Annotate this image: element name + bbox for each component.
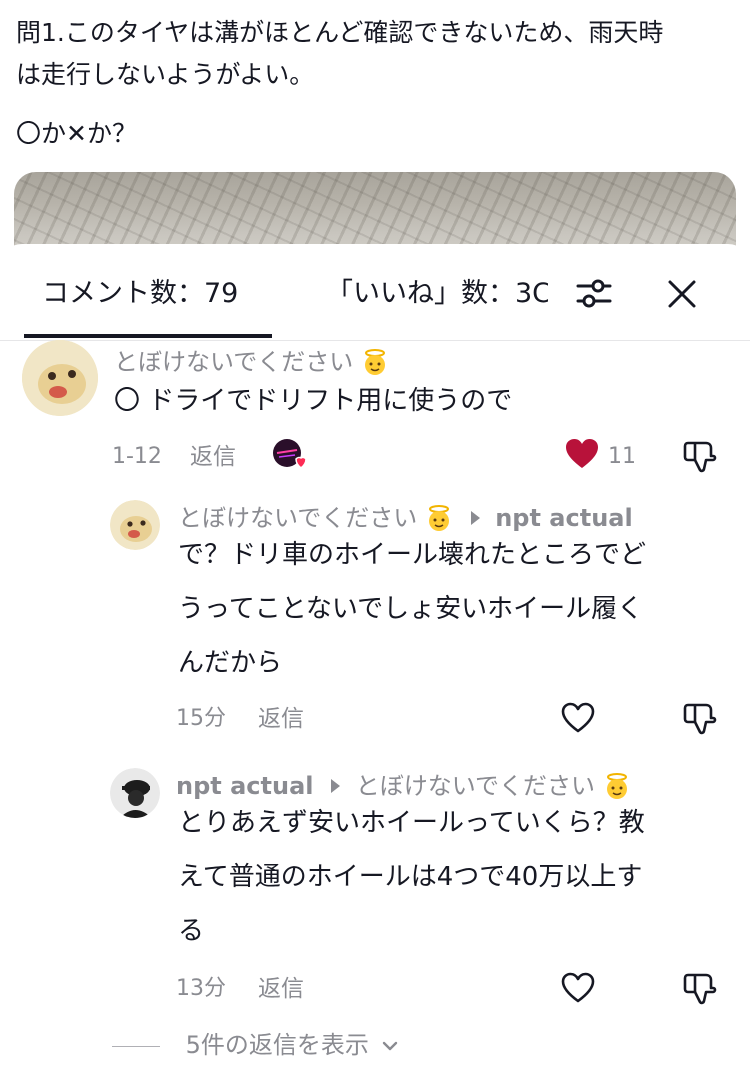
tab-likes[interactable]: 「いいね」数：3C	[326, 274, 548, 314]
angel-emoji-icon	[364, 349, 385, 375]
reply-item: npt actual とぼけないでください とりあえず安いホイールっていくら？教…	[0, 764, 750, 1014]
heart-outline-icon	[561, 972, 595, 1003]
reply-button[interactable]: 返信	[258, 704, 304, 734]
comment-date: 1-12	[112, 444, 162, 469]
thumbs-down-icon	[683, 441, 717, 473]
view-more-replies-button[interactable]: 5件の返信を表示	[112, 1029, 399, 1061]
reply-arrow-icon	[331, 779, 341, 793]
chevron-down-icon	[382, 1041, 397, 1051]
reply-time: 15分	[176, 706, 226, 731]
reply-arrow-icon	[470, 511, 480, 525]
comments-tabs: コメント数：79 「いいね」数：3C	[0, 244, 750, 341]
view-more-replies-label: 5件の返信を表示	[185, 1031, 369, 1059]
filter-button[interactable]	[566, 266, 622, 322]
close-button[interactable]	[654, 266, 710, 322]
avatar[interactable]	[110, 768, 160, 818]
avatar[interactable]	[110, 500, 160, 550]
comment-text: 〇 ドライでドリフト用に使うので	[114, 386, 513, 416]
reply-text-line: んだから	[178, 648, 283, 678]
reply-text-line: えて普通のホイールは4つで40万以上す	[178, 862, 643, 892]
like-button[interactable]	[560, 700, 596, 736]
post-caption: 問1.このタイヤは溝がほとんど確認できないため、雨天時 は走行しないようがよい。	[16, 12, 734, 96]
sliders-icon	[576, 279, 612, 308]
reply-text: で？ドリ車のホイール壊れたところでど うってことないでしょ安いホイール履く んだ…	[178, 528, 718, 690]
post-caption-line: は走行しないようがよい。	[16, 60, 315, 89]
post-caption-line: 問1.このタイヤは溝がほとんど確認できないため、雨天時	[16, 18, 664, 47]
like-count: 11	[608, 444, 636, 469]
comments-sheet: コメント数：79 「いいね」数：3C とぼけないでください 〇 ドライでドリフト…	[0, 244, 750, 1088]
comment-item: とぼけないでください 〇 ドライでドリフト用に使うので 1-12 返信 11	[0, 340, 750, 490]
reply-text-line: うってことないでしょ安いホイール履く	[178, 594, 644, 624]
reply-text: とりあえず安いホイールっていくら？教 えて普通のホイールは4つで40万以上す る	[178, 796, 718, 958]
dislike-button[interactable]	[682, 970, 718, 1006]
reply-text-line: で？ドリ車のホイール壊れたところでど	[178, 540, 647, 570]
divider-line	[112, 1045, 160, 1047]
thumbs-down-icon	[683, 973, 717, 1005]
tab-comments[interactable]: コメント数：79	[42, 274, 238, 314]
active-tab-indicator	[24, 334, 272, 338]
dislike-button[interactable]	[682, 438, 718, 474]
reply-button[interactable]: 返信	[190, 442, 236, 472]
thumbs-down-icon	[683, 703, 717, 735]
creator-liked-badge	[272, 438, 307, 472]
like-button[interactable]	[564, 436, 600, 472]
post-question: 〇か✕か？	[16, 119, 137, 148]
reply-time: 13分	[176, 976, 226, 1001]
like-button[interactable]	[560, 970, 596, 1006]
username-text: とぼけないでください	[114, 348, 354, 376]
heart-outline-icon	[561, 702, 595, 733]
reply-button[interactable]: 返信	[258, 974, 304, 1004]
dislike-button[interactable]	[682, 700, 718, 736]
avatar[interactable]	[22, 340, 98, 416]
reply-item: とぼけないでください npt actual で？ドリ車のホイール壊れたところでど…	[0, 496, 750, 746]
heart-icon	[566, 439, 598, 468]
reply-text-line: る	[178, 916, 205, 946]
reply-text-line: とりあえず安いホイールっていくら？教	[178, 808, 645, 838]
close-icon	[668, 280, 696, 308]
